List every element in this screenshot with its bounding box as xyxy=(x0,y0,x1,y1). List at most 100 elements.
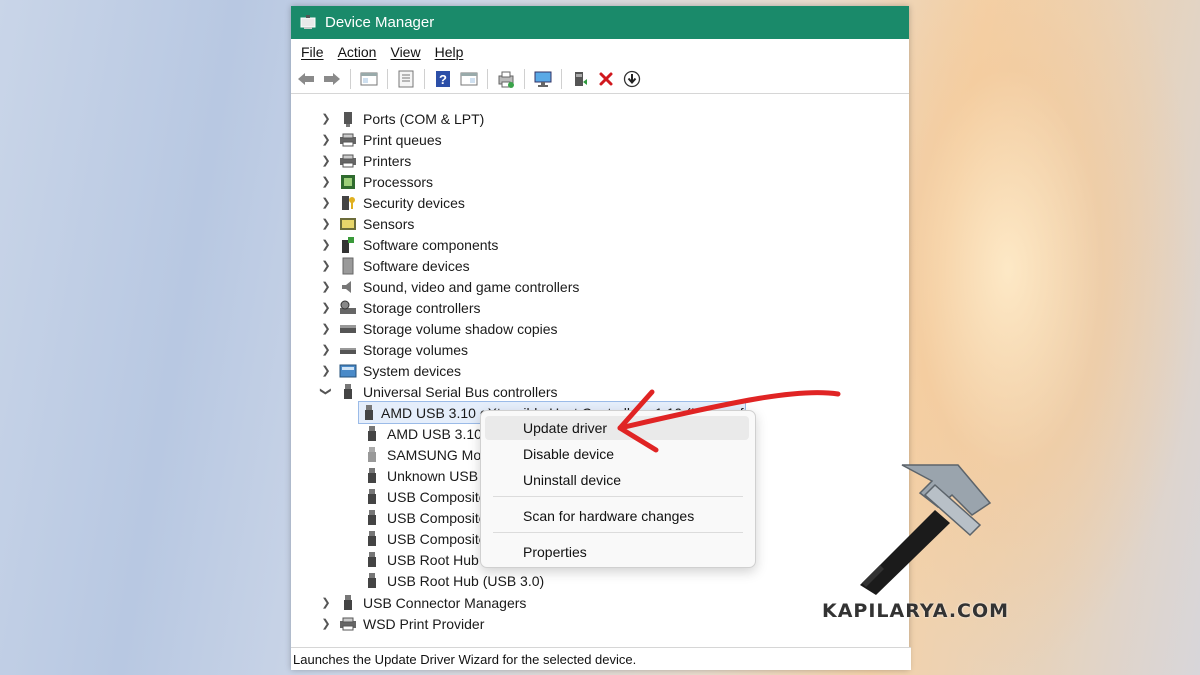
chevron-right-icon[interactable]: ❯ xyxy=(319,364,333,377)
chevron-right-icon[interactable]: ❯ xyxy=(319,280,333,293)
storage-controller-icon xyxy=(339,300,357,316)
update-driver-icon[interactable] xyxy=(569,68,591,90)
device-icon xyxy=(339,257,357,274)
menu-item-uninstall-device[interactable]: Uninstall device xyxy=(485,468,749,492)
chevron-right-icon[interactable]: ❯ xyxy=(319,259,333,272)
chevron-right-icon[interactable]: ❯ xyxy=(319,175,333,188)
show-hide-tree-icon[interactable] xyxy=(358,68,380,90)
menu-file[interactable]: File xyxy=(301,44,324,60)
usb-icon xyxy=(363,530,381,547)
tree-item-processors[interactable]: ❯ Processors xyxy=(319,171,433,192)
tree-item-wsd-print-provider[interactable]: ❯ WSD Print Provider xyxy=(319,613,484,634)
tree-item-storage-controllers[interactable]: ❯ Storage controllers xyxy=(319,297,481,318)
usb-icon xyxy=(363,425,381,442)
drive-icon xyxy=(339,342,357,358)
chevron-right-icon[interactable]: ❯ xyxy=(319,133,333,146)
tree-item-usb-child[interactable]: USB Composite xyxy=(359,486,487,507)
tree-item-label: Printers xyxy=(363,152,412,169)
port-icon xyxy=(339,111,357,127)
back-arrow-icon[interactable] xyxy=(295,68,317,90)
menu-item-properties[interactable]: Properties xyxy=(485,540,749,564)
tree-item-label: USB Composite xyxy=(387,530,487,547)
red-arrow-annotation xyxy=(617,389,841,453)
menu-separator xyxy=(493,496,743,497)
view-icon[interactable] xyxy=(458,68,480,90)
menu-item-label: Scan for hardware changes xyxy=(523,508,695,524)
tree-item-usb-connector-managers[interactable]: ❯ USB Connector Managers xyxy=(319,592,526,613)
tree-item-security-devices[interactable]: ❯ Security devices xyxy=(319,192,465,213)
chevron-right-icon[interactable]: ❯ xyxy=(319,322,333,335)
tree-item-usb-child[interactable]: USB Composite xyxy=(359,528,487,549)
tree-item-usb-child[interactable]: Unknown USB xyxy=(359,465,478,486)
download-icon[interactable] xyxy=(621,68,643,90)
chevron-right-icon[interactable]: ❯ xyxy=(319,196,333,209)
chevron-right-icon[interactable]: ❯ xyxy=(319,112,333,125)
chevron-right-icon[interactable]: ❯ xyxy=(319,596,333,609)
toolbar-separator xyxy=(487,69,488,89)
tree-item-sensors[interactable]: ❯ Sensors xyxy=(319,213,414,234)
tree-item-label: Sound, video and game controllers xyxy=(363,278,580,295)
toolbar-separator xyxy=(387,69,388,89)
usb-icon xyxy=(363,467,381,484)
menu-view[interactable]: View xyxy=(390,44,420,60)
menu-item-scan-hardware[interactable]: Scan for hardware changes xyxy=(485,504,749,528)
tree-item-shadow-copies[interactable]: ❯ Storage volume shadow copies xyxy=(319,318,557,339)
uninstall-x-icon[interactable] xyxy=(595,68,617,90)
properties-icon[interactable] xyxy=(395,68,417,90)
monitor-icon[interactable] xyxy=(532,68,554,90)
menu-action[interactable]: Action xyxy=(338,44,377,60)
printer-icon xyxy=(339,132,357,148)
tree-item-usb-child[interactable]: AMD USB 3.10 e xyxy=(359,423,494,444)
tree-item-print-queues[interactable]: ❯ Print queues xyxy=(319,129,441,150)
chevron-right-icon[interactable]: ❯ xyxy=(319,301,333,314)
tree-item-usb-controllers[interactable]: ❯ Universal Serial Bus controllers xyxy=(319,381,558,402)
usb-icon xyxy=(363,509,381,526)
forward-arrow-icon[interactable] xyxy=(321,68,343,90)
status-bar: Launches the Update Driver Wizard for th… xyxy=(291,647,911,670)
device-tree: ❯ Ports (COM & LPT) ❯ Print queues ❯ Pri… xyxy=(291,102,909,652)
tree-item-label: USB Composite xyxy=(387,509,487,526)
system-icon xyxy=(339,363,357,379)
tree-item-system-devices[interactable]: ❯ System devices xyxy=(319,360,461,381)
tree-item-label: Storage controllers xyxy=(363,299,481,316)
chevron-right-icon[interactable]: ❯ xyxy=(319,154,333,167)
chevron-right-icon[interactable]: ❯ xyxy=(319,238,333,251)
help-icon[interactable]: ? xyxy=(432,68,454,90)
tree-item-label: Ports (COM & LPT) xyxy=(363,110,485,127)
tree-item-usb-child[interactable]: SAMSUNG Mo xyxy=(359,444,481,465)
tree-item-usb-child[interactable]: USB Root Hub xyxy=(359,549,479,570)
tree-item-usb-child[interactable]: USB Root Hub (USB 3.0) xyxy=(359,570,544,591)
tree-item-label: Universal Serial Bus controllers xyxy=(363,383,558,400)
speaker-icon xyxy=(339,279,357,295)
menu-bar: File Action View Help xyxy=(291,39,909,65)
tree-item-label: Storage volumes xyxy=(363,341,469,358)
usb-icon xyxy=(363,572,381,589)
tree-item-storage-volumes[interactable]: ❯ Storage volumes xyxy=(319,339,468,360)
usb-icon xyxy=(363,488,381,505)
toolbar-separator xyxy=(350,69,351,89)
usb-icon xyxy=(363,551,381,568)
tree-item-label: Sensors xyxy=(363,215,415,232)
sensor-icon xyxy=(339,216,357,232)
chevron-right-icon[interactable]: ❯ xyxy=(319,343,333,356)
title-bar: Device Manager xyxy=(291,6,909,39)
tree-item-software-devices[interactable]: ❯ Software devices xyxy=(319,255,470,276)
tree-item-label: Security devices xyxy=(363,194,465,211)
tree-item-printers[interactable]: ❯ Printers xyxy=(319,150,411,171)
tree-item-sound-video-game[interactable]: ❯ Sound, video and game controllers xyxy=(319,276,579,297)
svg-text:?: ? xyxy=(439,72,447,87)
chevron-down-icon[interactable]: ❯ xyxy=(320,385,333,399)
chevron-right-icon[interactable]: ❯ xyxy=(319,217,333,230)
tree-item-label: System devices xyxy=(363,362,462,379)
tree-item-ports[interactable]: ❯ Ports (COM & LPT) xyxy=(319,108,484,129)
chevron-right-icon[interactable]: ❯ xyxy=(319,617,333,630)
usb-icon xyxy=(339,594,357,611)
tree-item-software-components[interactable]: ❯ Software components xyxy=(319,234,498,255)
menu-help[interactable]: Help xyxy=(435,44,464,60)
tree-item-usb-child[interactable]: USB Composite xyxy=(359,507,487,528)
tree-item-label: Unknown USB xyxy=(387,467,479,484)
usb-icon xyxy=(339,383,357,400)
watermark-text: KAPILARYA.COM xyxy=(822,600,1010,622)
toolbar-separator xyxy=(524,69,525,89)
print-icon[interactable] xyxy=(495,68,517,90)
